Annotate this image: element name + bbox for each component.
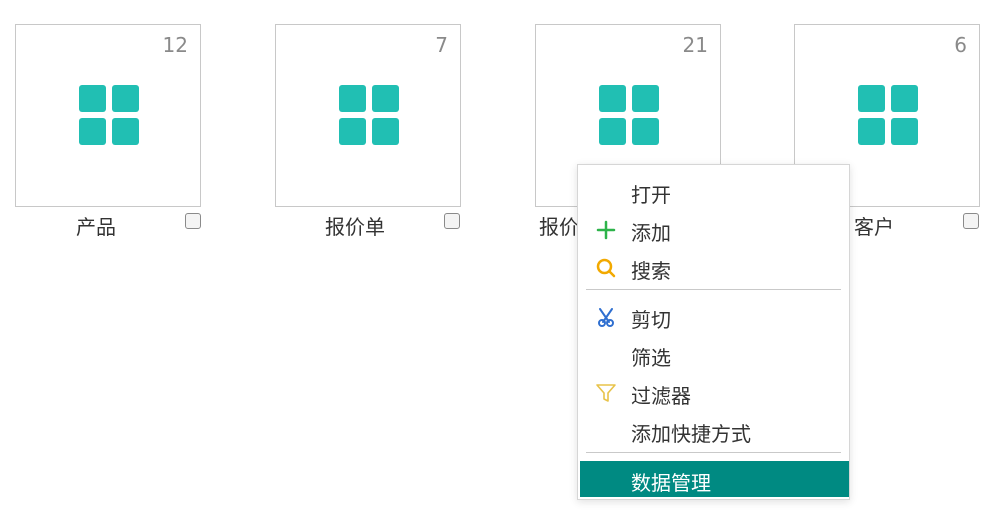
menu-item-filters[interactable]: 过滤器 bbox=[578, 374, 849, 410]
tile-product[interactable]: 12 bbox=[15, 24, 201, 207]
menu-item-label: 搜索 bbox=[631, 259, 671, 283]
tile-count: 6 bbox=[954, 33, 967, 57]
search-icon bbox=[595, 257, 617, 279]
tile-count: 7 bbox=[435, 33, 448, 57]
menu-item-open[interactable]: 打开 bbox=[578, 173, 849, 209]
tile-count: 21 bbox=[682, 33, 708, 57]
plus-icon bbox=[595, 219, 617, 241]
tile-label: 产品 bbox=[76, 215, 116, 239]
menu-item-add[interactable]: 添加 bbox=[578, 211, 849, 247]
context-menu: 打开 添加 搜索 剪切 筛选 过滤器 添加快捷方式 数据管理 bbox=[577, 164, 850, 500]
scissors-icon bbox=[595, 306, 617, 328]
menu-item-add-shortcut[interactable]: 添加快捷方式 bbox=[578, 412, 849, 448]
grid-icon bbox=[339, 85, 399, 145]
menu-item-label: 筛选 bbox=[631, 346, 671, 370]
menu-item-label: 添加快捷方式 bbox=[631, 422, 751, 446]
filter-icon bbox=[595, 382, 617, 404]
menu-item-label: 数据管理 bbox=[631, 471, 711, 495]
menu-item-data-management[interactable]: 数据管理 bbox=[580, 461, 849, 497]
grid-icon bbox=[599, 85, 659, 145]
tile-count: 12 bbox=[162, 33, 188, 57]
grid-icon bbox=[858, 85, 918, 145]
menu-separator bbox=[586, 452, 841, 453]
tile-quote[interactable]: 7 bbox=[275, 24, 461, 207]
menu-item-filter-select[interactable]: 筛选 bbox=[578, 336, 849, 372]
tile-label: 报价单 bbox=[325, 215, 385, 239]
tile-checkbox[interactable] bbox=[963, 213, 979, 229]
grid-icon bbox=[79, 85, 139, 145]
menu-item-label: 过滤器 bbox=[631, 384, 691, 408]
tile-checkbox[interactable] bbox=[185, 213, 201, 229]
menu-item-label: 添加 bbox=[631, 221, 671, 245]
tile-checkbox[interactable] bbox=[444, 213, 460, 229]
menu-item-label: 剪切 bbox=[631, 308, 671, 332]
tile-label: 报价 bbox=[539, 215, 579, 239]
menu-item-cut[interactable]: 剪切 bbox=[578, 298, 849, 334]
menu-item-label: 打开 bbox=[631, 183, 671, 207]
menu-item-search[interactable]: 搜索 bbox=[578, 249, 849, 285]
menu-separator bbox=[586, 289, 841, 290]
